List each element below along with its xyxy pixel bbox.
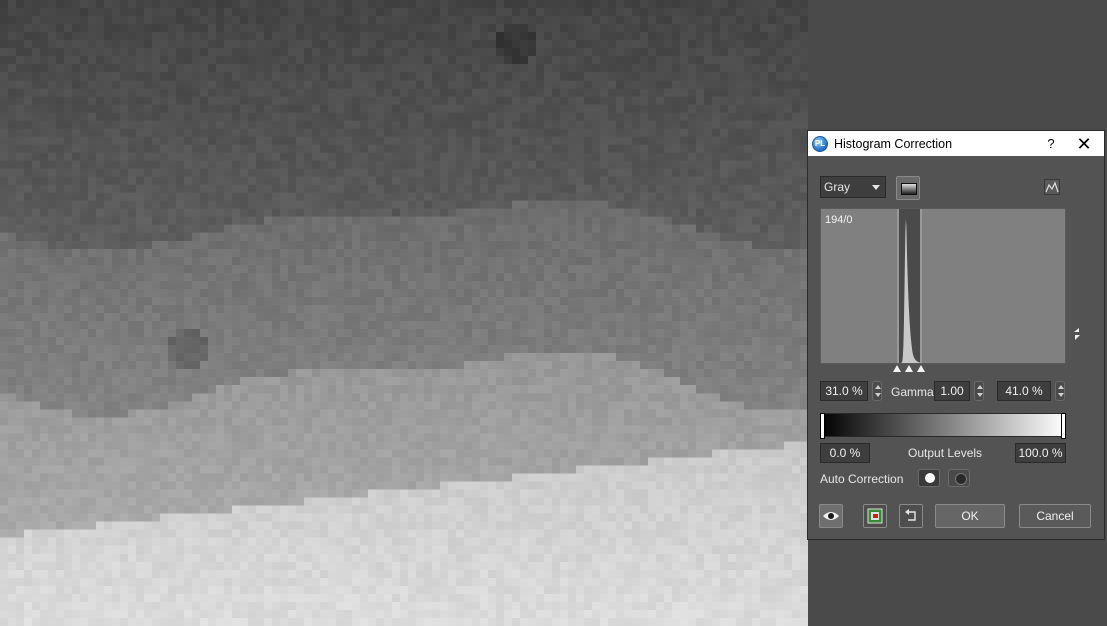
- toggle-on-icon: [925, 473, 935, 483]
- output-levels-label: Output Levels: [908, 446, 983, 460]
- cancel-button[interactable]: Cancel: [1019, 504, 1091, 528]
- help-button[interactable]: ?: [1038, 136, 1064, 151]
- expand-arrow-icon[interactable]: [1073, 327, 1081, 341]
- image-canvas[interactable]: [0, 0, 808, 626]
- auto-correction-on-toggle[interactable]: [918, 469, 940, 487]
- histogram-icon[interactable]: [1044, 179, 1060, 195]
- input-low-field[interactable]: 31.0 %: [820, 381, 868, 401]
- gamma-field[interactable]: 1.00: [934, 381, 970, 401]
- channel-select[interactable]: Gray: [820, 176, 886, 198]
- reset-icon: [905, 509, 916, 521]
- input-high-spinner[interactable]: [1055, 381, 1065, 401]
- histogram-view[interactable]: 194/0: [820, 208, 1066, 364]
- output-high-handle[interactable]: [1061, 413, 1066, 439]
- gamma-marker[interactable]: [905, 365, 913, 372]
- channel-select-value: Gray: [824, 180, 851, 194]
- gamma-label: Gamma:: [891, 385, 938, 399]
- auto-correction-off-toggle[interactable]: [948, 469, 970, 487]
- preview-button[interactable]: [819, 504, 843, 528]
- gradient-display-button[interactable]: [896, 176, 920, 200]
- reset-button[interactable]: [899, 504, 923, 528]
- histogram-curve: [899, 219, 920, 363]
- before-after-button[interactable]: [863, 504, 887, 528]
- input-white-marker[interactable]: [917, 365, 925, 372]
- histogram-value-label: 194/0: [825, 214, 853, 226]
- histogram-plot: [897, 209, 922, 363]
- app-logo-icon: PL: [812, 135, 828, 152]
- output-low-field[interactable]: 0.0 %: [820, 443, 870, 463]
- output-low-handle[interactable]: [820, 413, 825, 439]
- dialog-titlebar[interactable]: PL Histogram Correction ? ✕: [808, 131, 1104, 156]
- input-black-marker[interactable]: [893, 365, 901, 372]
- eye-icon: [823, 512, 839, 520]
- output-gradient-bar[interactable]: [820, 413, 1066, 439]
- before-after-icon: [867, 508, 883, 524]
- output-high-field[interactable]: 100.0 %: [1015, 443, 1066, 463]
- chevron-down-icon: [872, 185, 880, 190]
- input-high-field[interactable]: 41.0 %: [997, 381, 1051, 401]
- dialog-title: Histogram Correction: [834, 136, 953, 151]
- input-low-spinner[interactable]: [872, 381, 882, 401]
- grayscale-image: [0, 0, 808, 626]
- ok-button[interactable]: OK: [935, 504, 1005, 528]
- gradient-icon: [901, 183, 917, 195]
- auto-correction-label: Auto Correction: [820, 472, 904, 486]
- histogram-correction-dialog: PL Histogram Correction ? ✕ Gray 194/0 3…: [807, 130, 1105, 540]
- gamma-spinner[interactable]: [974, 381, 984, 401]
- close-button[interactable]: ✕: [1064, 133, 1104, 155]
- toggle-off-icon: [955, 473, 967, 485]
